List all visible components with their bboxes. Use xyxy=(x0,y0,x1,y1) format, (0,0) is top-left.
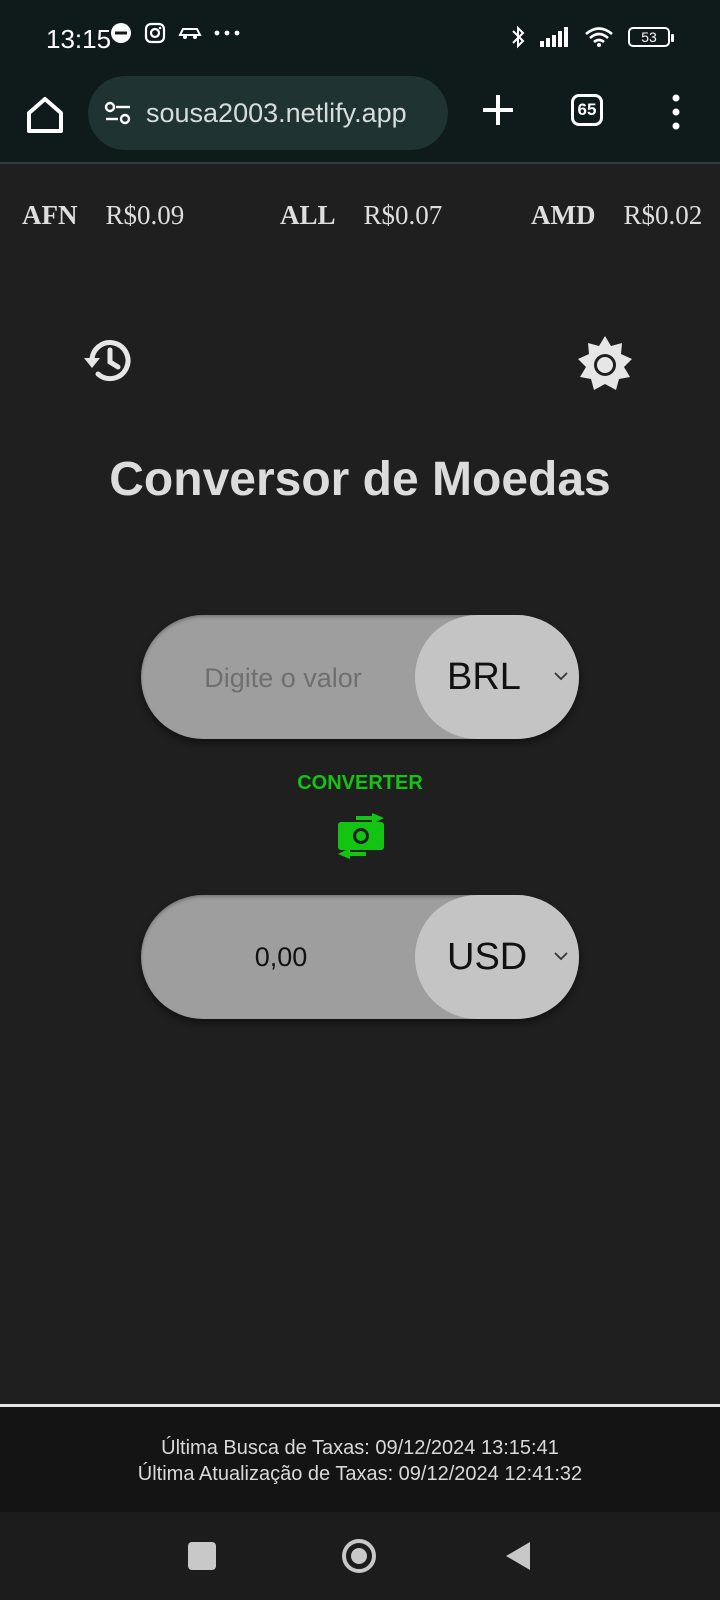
instagram-icon xyxy=(144,22,166,44)
convert-label[interactable]: CONVERTER xyxy=(0,772,720,795)
url-text: sousa2003.netlify.app xyxy=(146,97,407,128)
history-icon[interactable] xyxy=(82,334,136,388)
more-dots-icon xyxy=(214,30,240,36)
ticker-item: AMD R$0.02 xyxy=(531,200,702,231)
ticker-value: R$0.02 xyxy=(623,200,703,230)
last-fetch-text: Última Busca de Taxas: 09/12/2024 13:15:… xyxy=(161,1437,559,1459)
home-icon[interactable] xyxy=(22,92,68,138)
status-time: 13:15 xyxy=(46,24,112,54)
result-output-group: 0,00 USD xyxy=(141,895,579,1019)
page-title: Conversor de Moedas xyxy=(109,453,611,506)
ticker-code: AMD xyxy=(531,200,596,230)
ticker-item: ALL R$0.07 xyxy=(280,200,442,231)
to-currency-value: USD xyxy=(447,935,528,978)
battery-level: 53 xyxy=(641,29,657,45)
address-bar[interactable]: sousa2003.netlify.app xyxy=(88,76,448,150)
ticker-code: AFN xyxy=(22,200,78,230)
theme-sun-icon[interactable] xyxy=(574,334,636,396)
from-currency-select[interactable]: BRL xyxy=(415,615,579,739)
back-nav-icon[interactable] xyxy=(504,1540,532,1572)
from-currency-value: BRL xyxy=(447,655,521,698)
home-nav-icon[interactable] xyxy=(341,1538,377,1574)
chevron-down-icon xyxy=(554,952,568,961)
browser-menu-icon[interactable] xyxy=(666,92,686,132)
wifi-icon xyxy=(585,27,613,47)
tab-switcher-button[interactable]: 65 xyxy=(571,94,603,126)
tab-count: 65 xyxy=(577,100,597,119)
recents-button[interactable] xyxy=(188,1542,216,1570)
bluetooth-icon xyxy=(512,25,525,49)
new-tab-icon[interactable] xyxy=(478,90,518,130)
last-update-text: Última Atualização de Taxas: 09/12/2024 … xyxy=(137,1463,583,1485)
amount-input-group: BRL xyxy=(141,615,579,741)
result-value: 0,00 xyxy=(254,941,308,972)
site-settings-icon[interactable] xyxy=(104,100,132,126)
e-app-icon xyxy=(111,23,131,43)
chevron-down-icon xyxy=(554,672,568,681)
ticker-item: AFN R$0.09 xyxy=(22,200,184,231)
battery-icon: 53 xyxy=(628,27,674,47)
money-exchange-icon[interactable] xyxy=(332,812,390,860)
rates-footer: Última Busca de Taxas: 09/12/2024 13:15:… xyxy=(0,1404,720,1512)
to-currency-select[interactable]: USD xyxy=(415,895,579,1019)
car-icon xyxy=(178,28,202,39)
ticker-code: ALL xyxy=(280,200,336,230)
signal-icon xyxy=(540,27,568,47)
ticker-value: R$0.09 xyxy=(105,200,185,230)
status-bar: 13:15 53 xyxy=(0,0,720,76)
ticker-value: R$0.07 xyxy=(363,200,443,230)
browser-toolbar: sousa2003.netlify.app 65 xyxy=(0,76,720,164)
system-nav-bar xyxy=(0,1512,720,1600)
currency-ticker: AFN R$0.09 ALL R$0.07 AMD R$0.02 xyxy=(0,200,720,240)
amount-input[interactable] xyxy=(161,615,405,741)
